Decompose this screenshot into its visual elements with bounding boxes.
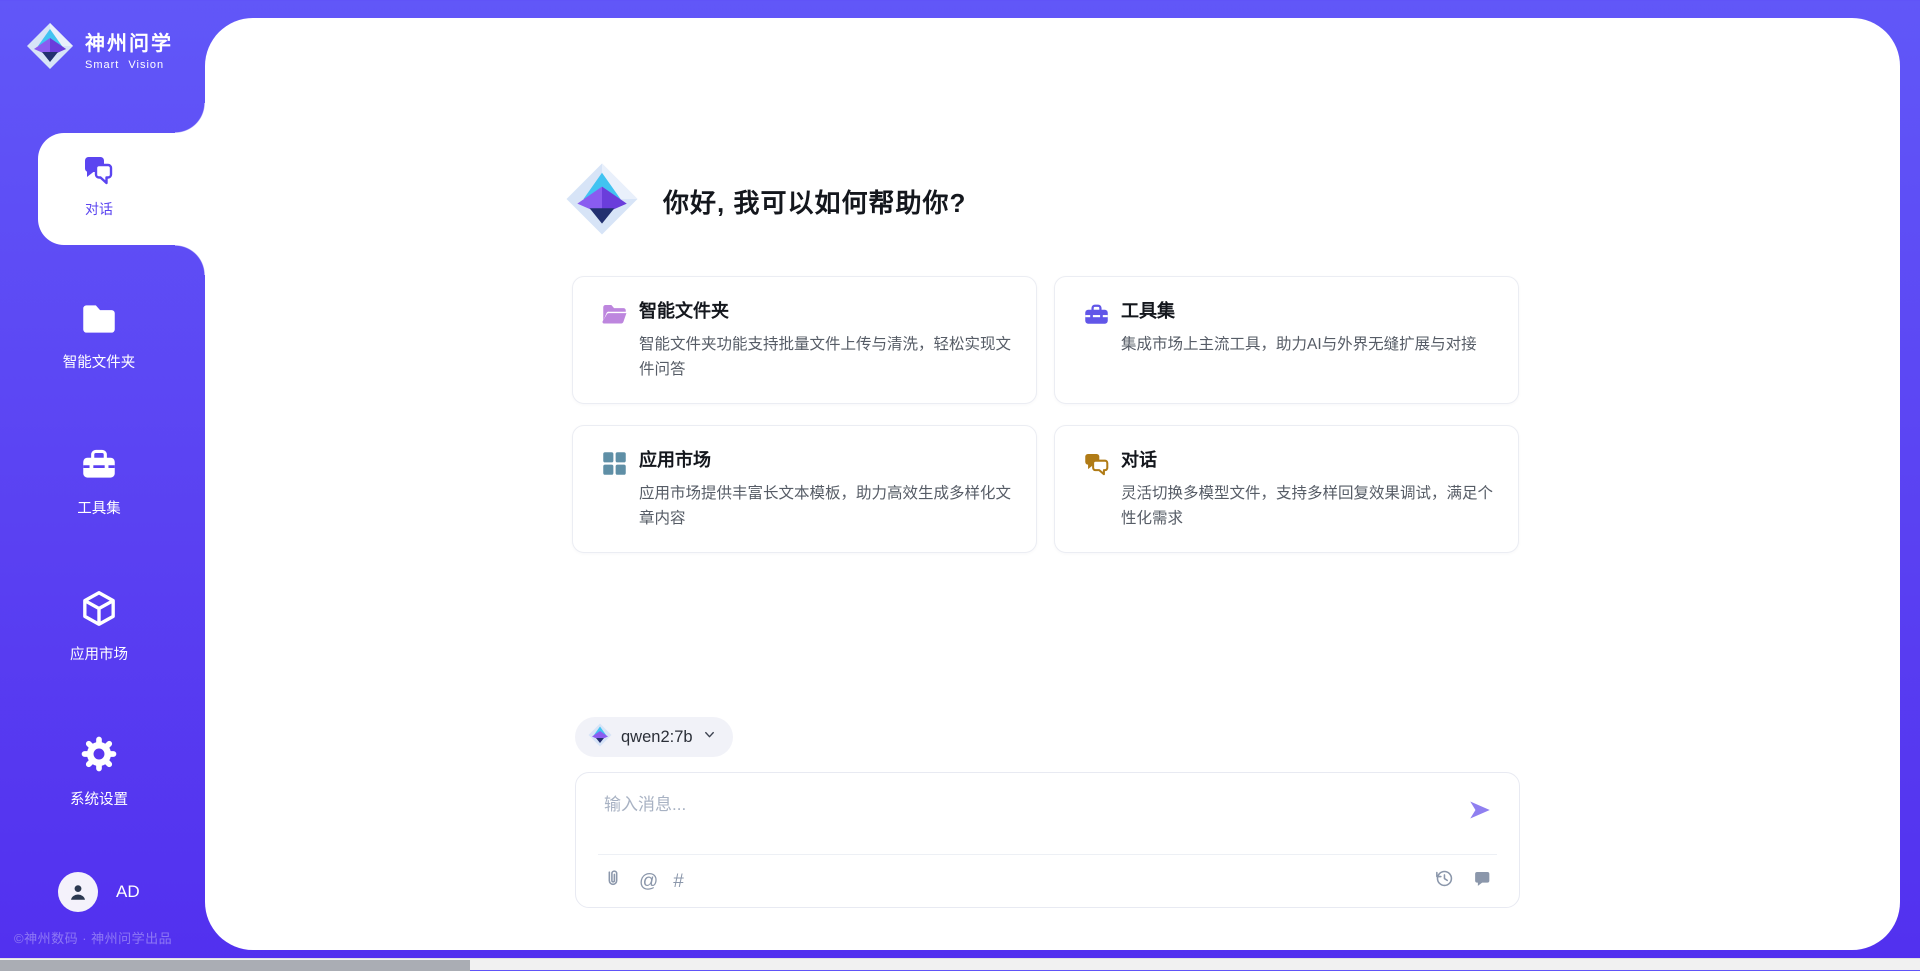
user-name: AD — [116, 882, 140, 902]
card-title: 对话 — [1121, 446, 1493, 472]
toolbox-icon — [1083, 301, 1110, 333]
horizontal-scrollbar[interactable] — [0, 958, 1920, 970]
brand-logo: 神州问学 Smart Vision — [26, 22, 173, 75]
folder-open-icon — [601, 301, 628, 333]
card-description: 智能文件夹功能支持批量文件上传与清洗，轻松实现文件问答 — [639, 332, 1011, 382]
message-composer: @ # — [575, 772, 1520, 908]
logo-diamond-icon — [26, 22, 74, 75]
person-icon — [67, 881, 89, 903]
user-profile[interactable]: AD — [58, 872, 140, 912]
sidebar-item-smart-folder[interactable]: 智能文件夹 — [0, 300, 198, 372]
sidebar-item-label: 对话 — [38, 199, 160, 219]
greeting-text: 你好, 我可以如何帮助你? — [663, 183, 966, 220]
sidebar-item-chat[interactable]: 对话 — [38, 133, 205, 245]
chat-icon — [79, 150, 119, 195]
sidebar: 神州问学 Smart Vision 对话 智能文件夹 — [0, 0, 205, 952]
sidebar-item-label: 系统设置 — [0, 788, 198, 809]
card-description: 应用市场提供丰富长文本模板，助力高效生成多样化文章内容 — [639, 481, 1011, 531]
card-description: 集成市场上主流工具，助力AI与外界无缝扩展与对接 — [1121, 332, 1493, 357]
gear-icon — [78, 762, 120, 779]
app-grid-icon — [601, 450, 628, 482]
avatar — [58, 872, 98, 912]
main-panel: 你好, 我可以如何帮助你? 智能文件夹 智能文件夹功能支持批量文件上传与清洗，轻… — [205, 18, 1900, 950]
logo-diamond-icon — [588, 723, 612, 752]
card-title: 应用市场 — [639, 446, 1011, 472]
model-name: qwen2:7b — [621, 728, 693, 747]
chat-icon — [1083, 450, 1110, 482]
feature-cards: 智能文件夹 智能文件夹功能支持批量文件上传与清洗，轻松实现文件问答 工具集 集成… — [572, 276, 1520, 553]
scrollbar-thumb[interactable] — [0, 960, 470, 971]
toolbox-icon — [78, 471, 120, 488]
at-icon[interactable]: @ — [639, 870, 658, 894]
card-chat[interactable]: 对话 灵活切换多模型文件，支持多样回复效果调试，满足个性化需求 — [1054, 425, 1519, 553]
sidebar-item-app-market[interactable]: 应用市场 — [0, 588, 198, 664]
send-icon[interactable] — [1467, 797, 1493, 828]
folder-icon — [78, 325, 120, 342]
card-app-market[interactable]: 应用市场 应用市场提供丰富长文本模板，助力高效生成多样化文章内容 — [572, 425, 1037, 553]
sidebar-item-settings[interactable]: 系统设置 — [0, 733, 198, 809]
logo-diamond-icon — [565, 162, 639, 241]
card-title: 工具集 — [1121, 297, 1493, 323]
sidebar-item-toolset[interactable]: 工具集 — [0, 444, 198, 518]
brand-subtitle: Smart Vision — [85, 59, 173, 71]
card-description: 灵活切换多模型文件，支持多样回复效果调试，满足个性化需求 — [1121, 481, 1493, 531]
model-selector[interactable]: qwen2:7b — [575, 717, 733, 757]
card-toolset[interactable]: 工具集 集成市场上主流工具，助力AI与外界无缝扩展与对接 — [1054, 276, 1519, 404]
greeting: 你好, 我可以如何帮助你? — [565, 161, 966, 241]
paperclip-icon[interactable] — [602, 867, 624, 896]
cube-icon — [78, 617, 120, 634]
card-title: 智能文件夹 — [639, 297, 1011, 323]
message-input[interactable] — [602, 788, 1422, 844]
brand-name: 神州问学 — [85, 27, 173, 56]
history-icon[interactable] — [1433, 867, 1455, 894]
composer-divider — [598, 854, 1497, 855]
hash-icon[interactable]: # — [673, 870, 684, 894]
sidebar-item-label: 应用市场 — [0, 643, 198, 664]
chevron-down-icon — [702, 727, 717, 747]
message-icon[interactable] — [1471, 867, 1493, 894]
sidebar-item-label: 智能文件夹 — [0, 351, 198, 372]
card-smart-folder[interactable]: 智能文件夹 智能文件夹功能支持批量文件上传与清洗，轻松实现文件问答 — [572, 276, 1037, 404]
sidebar-item-label: 工具集 — [0, 497, 198, 518]
copyright-text: ©神州数码 · 神州问学出品 — [14, 928, 172, 947]
